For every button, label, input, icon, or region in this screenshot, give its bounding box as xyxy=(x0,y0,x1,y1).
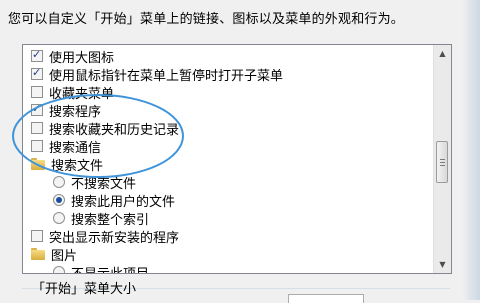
option-use-large-icons[interactable]: 使用大图标 xyxy=(31,47,115,66)
radio-button[interactable] xyxy=(53,212,65,224)
option-do-not-search-files[interactable]: 不搜索文件 xyxy=(53,173,137,192)
checkbox[interactable] xyxy=(31,122,43,134)
option-search-favorites-history[interactable]: 搜索收藏夹和历史记录 xyxy=(31,119,180,138)
grip-line xyxy=(440,165,445,166)
window-edge xyxy=(462,0,480,300)
options-list: 使用大图标 使用鼠标指针在菜单上暂停时打开子菜单 收藏夹菜单 搜索程序 搜索收藏… xyxy=(23,45,434,273)
option-search-user-files[interactable]: 搜索此用户的文件 xyxy=(53,191,176,210)
option-search-entire-index[interactable]: 搜索整个索引 xyxy=(53,209,150,228)
option-do-not-show-item[interactable]: 不显示此项目 xyxy=(53,263,149,273)
option-label: 使用大图标 xyxy=(49,50,115,66)
folder-icon xyxy=(31,248,45,260)
option-label: 不显示此项目 xyxy=(71,263,149,274)
option-favorites-menu[interactable]: 收藏夹菜单 xyxy=(31,83,115,102)
checkbox[interactable] xyxy=(31,66,43,80)
checkbox[interactable] xyxy=(31,230,43,242)
radio-button[interactable] xyxy=(53,176,65,188)
option-label: 搜索收藏夹和历史记录 xyxy=(49,122,180,138)
radio-button[interactable] xyxy=(53,194,65,206)
vertical-scrollbar[interactable]: ▲ ▼ xyxy=(433,45,451,273)
option-search-communications[interactable]: 搜索通信 xyxy=(31,137,102,156)
option-label: 收藏夹菜单 xyxy=(49,86,115,102)
options-listbox[interactable]: 使用大图标 使用鼠标指针在菜单上暂停时打开子菜单 收藏夹菜单 搜索程序 搜索收藏… xyxy=(22,44,452,274)
option-open-submenus[interactable]: 使用鼠标指针在菜单上暂停时打开子菜单 xyxy=(31,65,284,84)
option-label: 搜索程序 xyxy=(49,104,102,120)
option-label: 搜索整个索引 xyxy=(71,212,150,228)
group-label: 图片 xyxy=(51,248,78,264)
option-label: 搜索通信 xyxy=(49,140,102,156)
size-field[interactable] xyxy=(288,294,364,303)
checkbox[interactable] xyxy=(31,102,43,116)
checkbox[interactable] xyxy=(31,48,43,62)
option-label: 突出显示新安装的程序 xyxy=(49,230,180,246)
option-search-programs[interactable]: 搜索程序 xyxy=(31,101,102,120)
group-pictures: 图片 xyxy=(31,245,78,264)
grip-line xyxy=(440,162,445,163)
scroll-thumb[interactable] xyxy=(436,141,448,183)
checkbox[interactable] xyxy=(31,140,43,152)
option-label: 搜索此用户的文件 xyxy=(71,194,176,210)
scroll-up-icon[interactable]: ▲ xyxy=(434,45,451,62)
option-label: 使用鼠标指针在菜单上暂停时打开子菜单 xyxy=(49,68,284,84)
folder-icon xyxy=(31,158,45,170)
option-label: 不搜索文件 xyxy=(71,176,137,192)
radio-button[interactable] xyxy=(53,266,65,273)
checkbox[interactable] xyxy=(31,86,43,98)
description-text: 您可以自定义「开始」菜单上的链接、图标以及菜单的外观和行为。 xyxy=(8,12,405,27)
group-label: 搜索文件 xyxy=(51,158,104,174)
start-menu-size-group-title: 「开始」菜单大小 xyxy=(32,282,137,297)
scroll-down-icon[interactable]: ▼ xyxy=(434,256,451,273)
option-highlight-new-programs[interactable]: 突出显示新安装的程序 xyxy=(31,227,180,246)
group-search-files: 搜索文件 xyxy=(31,155,104,174)
grip-line xyxy=(440,159,445,160)
